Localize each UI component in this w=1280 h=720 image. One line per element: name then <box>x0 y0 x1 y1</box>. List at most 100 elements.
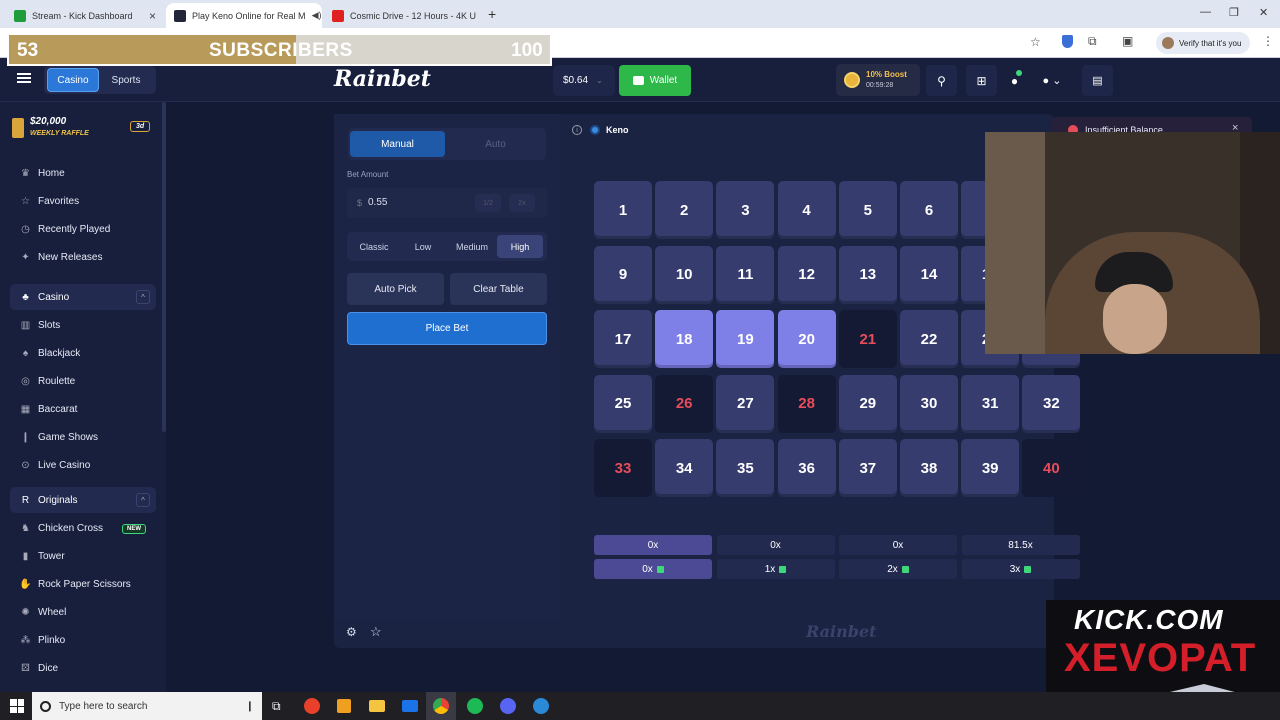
sidebar-item-new-releases[interactable]: ✦ New Releases <box>20 252 102 263</box>
mail-icon[interactable] <box>402 700 418 712</box>
boost-widget[interactable]: 10% Boost 00:59:28 <box>836 64 920 96</box>
sidebar-item-wheel[interactable]: ✺ Wheel <box>20 607 66 618</box>
keno-tile[interactable]: 11 <box>716 245 775 304</box>
sidebar-item-baccarat[interactable]: ▦ Baccarat <box>20 404 78 415</box>
keno-tile[interactable]: 36 <box>777 439 836 497</box>
sidebar-item-chicken-cross[interactable]: ♞ Chicken Cross NEW <box>20 523 146 534</box>
task-view-icon[interactable]: ⧉ <box>272 699 281 714</box>
keno-tile[interactable]: 35 <box>716 439 775 497</box>
keno-tile[interactable]: 3 <box>716 181 775 239</box>
risk-low[interactable]: Low <box>399 235 447 258</box>
keno-tile[interactable]: 21 <box>838 310 897 368</box>
favorite-star-icon[interactable]: ☆ <box>370 624 382 640</box>
manual-tab[interactable]: Manual <box>350 131 445 157</box>
sidebar-item-rock-paper-scissors[interactable]: ✋ Rock Paper Scissors <box>19 579 131 590</box>
keno-tile[interactable]: 33 <box>594 439 652 497</box>
keno-tile[interactable]: 34 <box>655 439 714 497</box>
tab-keno[interactable]: Play Keno Online for Real M ◀) × <box>166 3 322 28</box>
app-icon-1[interactable] <box>304 698 320 714</box>
keno-tile[interactable]: 32 <box>1022 374 1081 433</box>
keno-tile[interactable]: 19 <box>716 310 775 368</box>
hamburger-menu-icon[interactable] <box>17 73 31 83</box>
close-window-icon[interactable]: ✕ <box>1259 6 1268 19</box>
keno-tile[interactable]: 27 <box>716 374 775 433</box>
keno-tile[interactable]: 18 <box>655 310 714 368</box>
keno-tile[interactable]: 31 <box>961 374 1020 433</box>
file-explorer-icon[interactable] <box>369 700 385 712</box>
verify-button[interactable]: Verify that it's you <box>1156 32 1250 54</box>
extensions-icon[interactable]: ⧉ <box>1088 34 1097 49</box>
risk-classic[interactable]: Classic <box>350 235 398 258</box>
risk-high[interactable]: High <box>497 235 543 258</box>
keno-tile[interactable]: 20 <box>777 310 836 368</box>
keno-tile[interactable]: 6 <box>900 181 958 239</box>
tab-cosmic-drive[interactable]: Cosmic Drive - 12 Hours - 4K U × <box>324 3 480 28</box>
keno-tile[interactable]: 37 <box>838 439 897 497</box>
gift-icon[interactable]: ⊞ <box>966 65 997 96</box>
sidebar-item-recently-played[interactable]: ◷ Recently Played <box>20 224 110 235</box>
keno-tile[interactable]: 9 <box>594 245 652 304</box>
keno-tile[interactable]: 40 <box>1022 439 1081 497</box>
keno-tile[interactable]: 28 <box>777 374 836 433</box>
sports-tab[interactable]: Sports <box>103 68 149 92</box>
keno-tile[interactable]: 5 <box>838 181 897 239</box>
wallet-button[interactable]: Wallet <box>619 65 691 96</box>
keno-tile[interactable]: 26 <box>655 374 714 433</box>
sidebar-scrollbar[interactable] <box>162 102 166 432</box>
sidebar-item-dice[interactable]: ⚄ Dice <box>20 663 58 674</box>
speaker-icon[interactable]: ◀) <box>312 10 322 21</box>
keno-tile[interactable]: 38 <box>900 439 958 497</box>
settings-gear-icon[interactable]: ⚙ <box>346 625 357 639</box>
chrome-taskbar-button[interactable] <box>426 692 456 720</box>
place-bet-button[interactable]: Place Bet <box>347 312 547 345</box>
weekly-raffle-banner[interactable]: $20,000 WEEKLY RAFFLE 3d <box>10 114 158 150</box>
spotify-icon[interactable] <box>467 698 483 714</box>
sidebar-item-live-casino[interactable]: ⊙ Live Casino <box>20 460 90 471</box>
keno-tile[interactable]: 2 <box>655 181 714 239</box>
search-icon[interactable]: ⚲ <box>926 65 957 96</box>
info-icon[interactable]: i <box>572 125 582 135</box>
keno-tile[interactable]: 25 <box>594 374 652 433</box>
site-logo[interactable]: Rainbet <box>334 66 431 92</box>
sidebar-item-tower[interactable]: ▮ Tower <box>20 551 65 562</box>
sidebar-item-plinko[interactable]: ⁂ Plinko <box>20 635 66 646</box>
keno-tile[interactable]: 4 <box>777 181 836 239</box>
profile-icon[interactable]: ● ⌄ <box>1032 65 1072 96</box>
casino-tab[interactable]: Casino <box>47 68 99 92</box>
keno-tile[interactable]: 1 <box>594 181 652 239</box>
sidebar-item-blackjack[interactable]: ♠ Blackjack <box>20 348 80 359</box>
bell-icon[interactable]: ● <box>999 65 1030 96</box>
half-bet-button[interactable]: 1/2 <box>475 194 501 212</box>
store-icon[interactable] <box>337 699 351 713</box>
star-icon[interactable]: ☆ <box>1030 35 1041 49</box>
balance-display[interactable]: $0.64 ⌄ <box>553 65 615 96</box>
edge-icon[interactable] <box>533 698 549 714</box>
sidebar-item-roulette[interactable]: ◎ Roulette <box>20 376 75 387</box>
tab-kick-dashboard[interactable]: Stream - Kick Dashboard × <box>6 3 164 28</box>
clear-table-button[interactable]: Clear Table <box>450 273 547 305</box>
auto-tab[interactable]: Auto <box>448 131 543 157</box>
close-tab-icon[interactable]: × <box>149 9 156 23</box>
windows-start-icon[interactable] <box>10 699 24 713</box>
keno-tile[interactable]: 13 <box>838 245 897 304</box>
taskbar-search-box[interactable]: Type here to search ❙ <box>32 692 262 720</box>
bet-amount-field[interactable]: $ 0.55 1/2 2x <box>347 188 547 218</box>
keno-tile[interactable]: 30 <box>900 374 958 433</box>
auto-pick-button[interactable]: Auto Pick <box>347 273 444 305</box>
sidebar-item-slots[interactable]: ▥ Slots <box>20 320 60 331</box>
double-bet-button[interactable]: 2x <box>509 194 535 212</box>
keno-tile[interactable]: 39 <box>961 439 1020 497</box>
keno-tile[interactable]: 17 <box>594 310 652 368</box>
keno-tile[interactable]: 29 <box>838 374 897 433</box>
keno-tile[interactable]: 22 <box>900 310 958 368</box>
shield-extension-icon[interactable] <box>1062 35 1073 48</box>
keno-tile[interactable]: 14 <box>900 245 958 304</box>
sidebar-section-originals[interactable]: R Originals ^ <box>10 487 156 513</box>
new-tab-button[interactable]: + <box>488 6 496 22</box>
sidebar-item-favorites[interactable]: ☆ Favorites <box>20 196 79 207</box>
chat-icon[interactable]: ▤ <box>1082 65 1113 96</box>
keno-tile[interactable]: 12 <box>777 245 836 304</box>
collapse-icon[interactable]: ^ <box>136 493 150 507</box>
risk-medium[interactable]: Medium <box>448 235 496 258</box>
sidepanel-icon[interactable]: ▣ <box>1122 34 1133 48</box>
